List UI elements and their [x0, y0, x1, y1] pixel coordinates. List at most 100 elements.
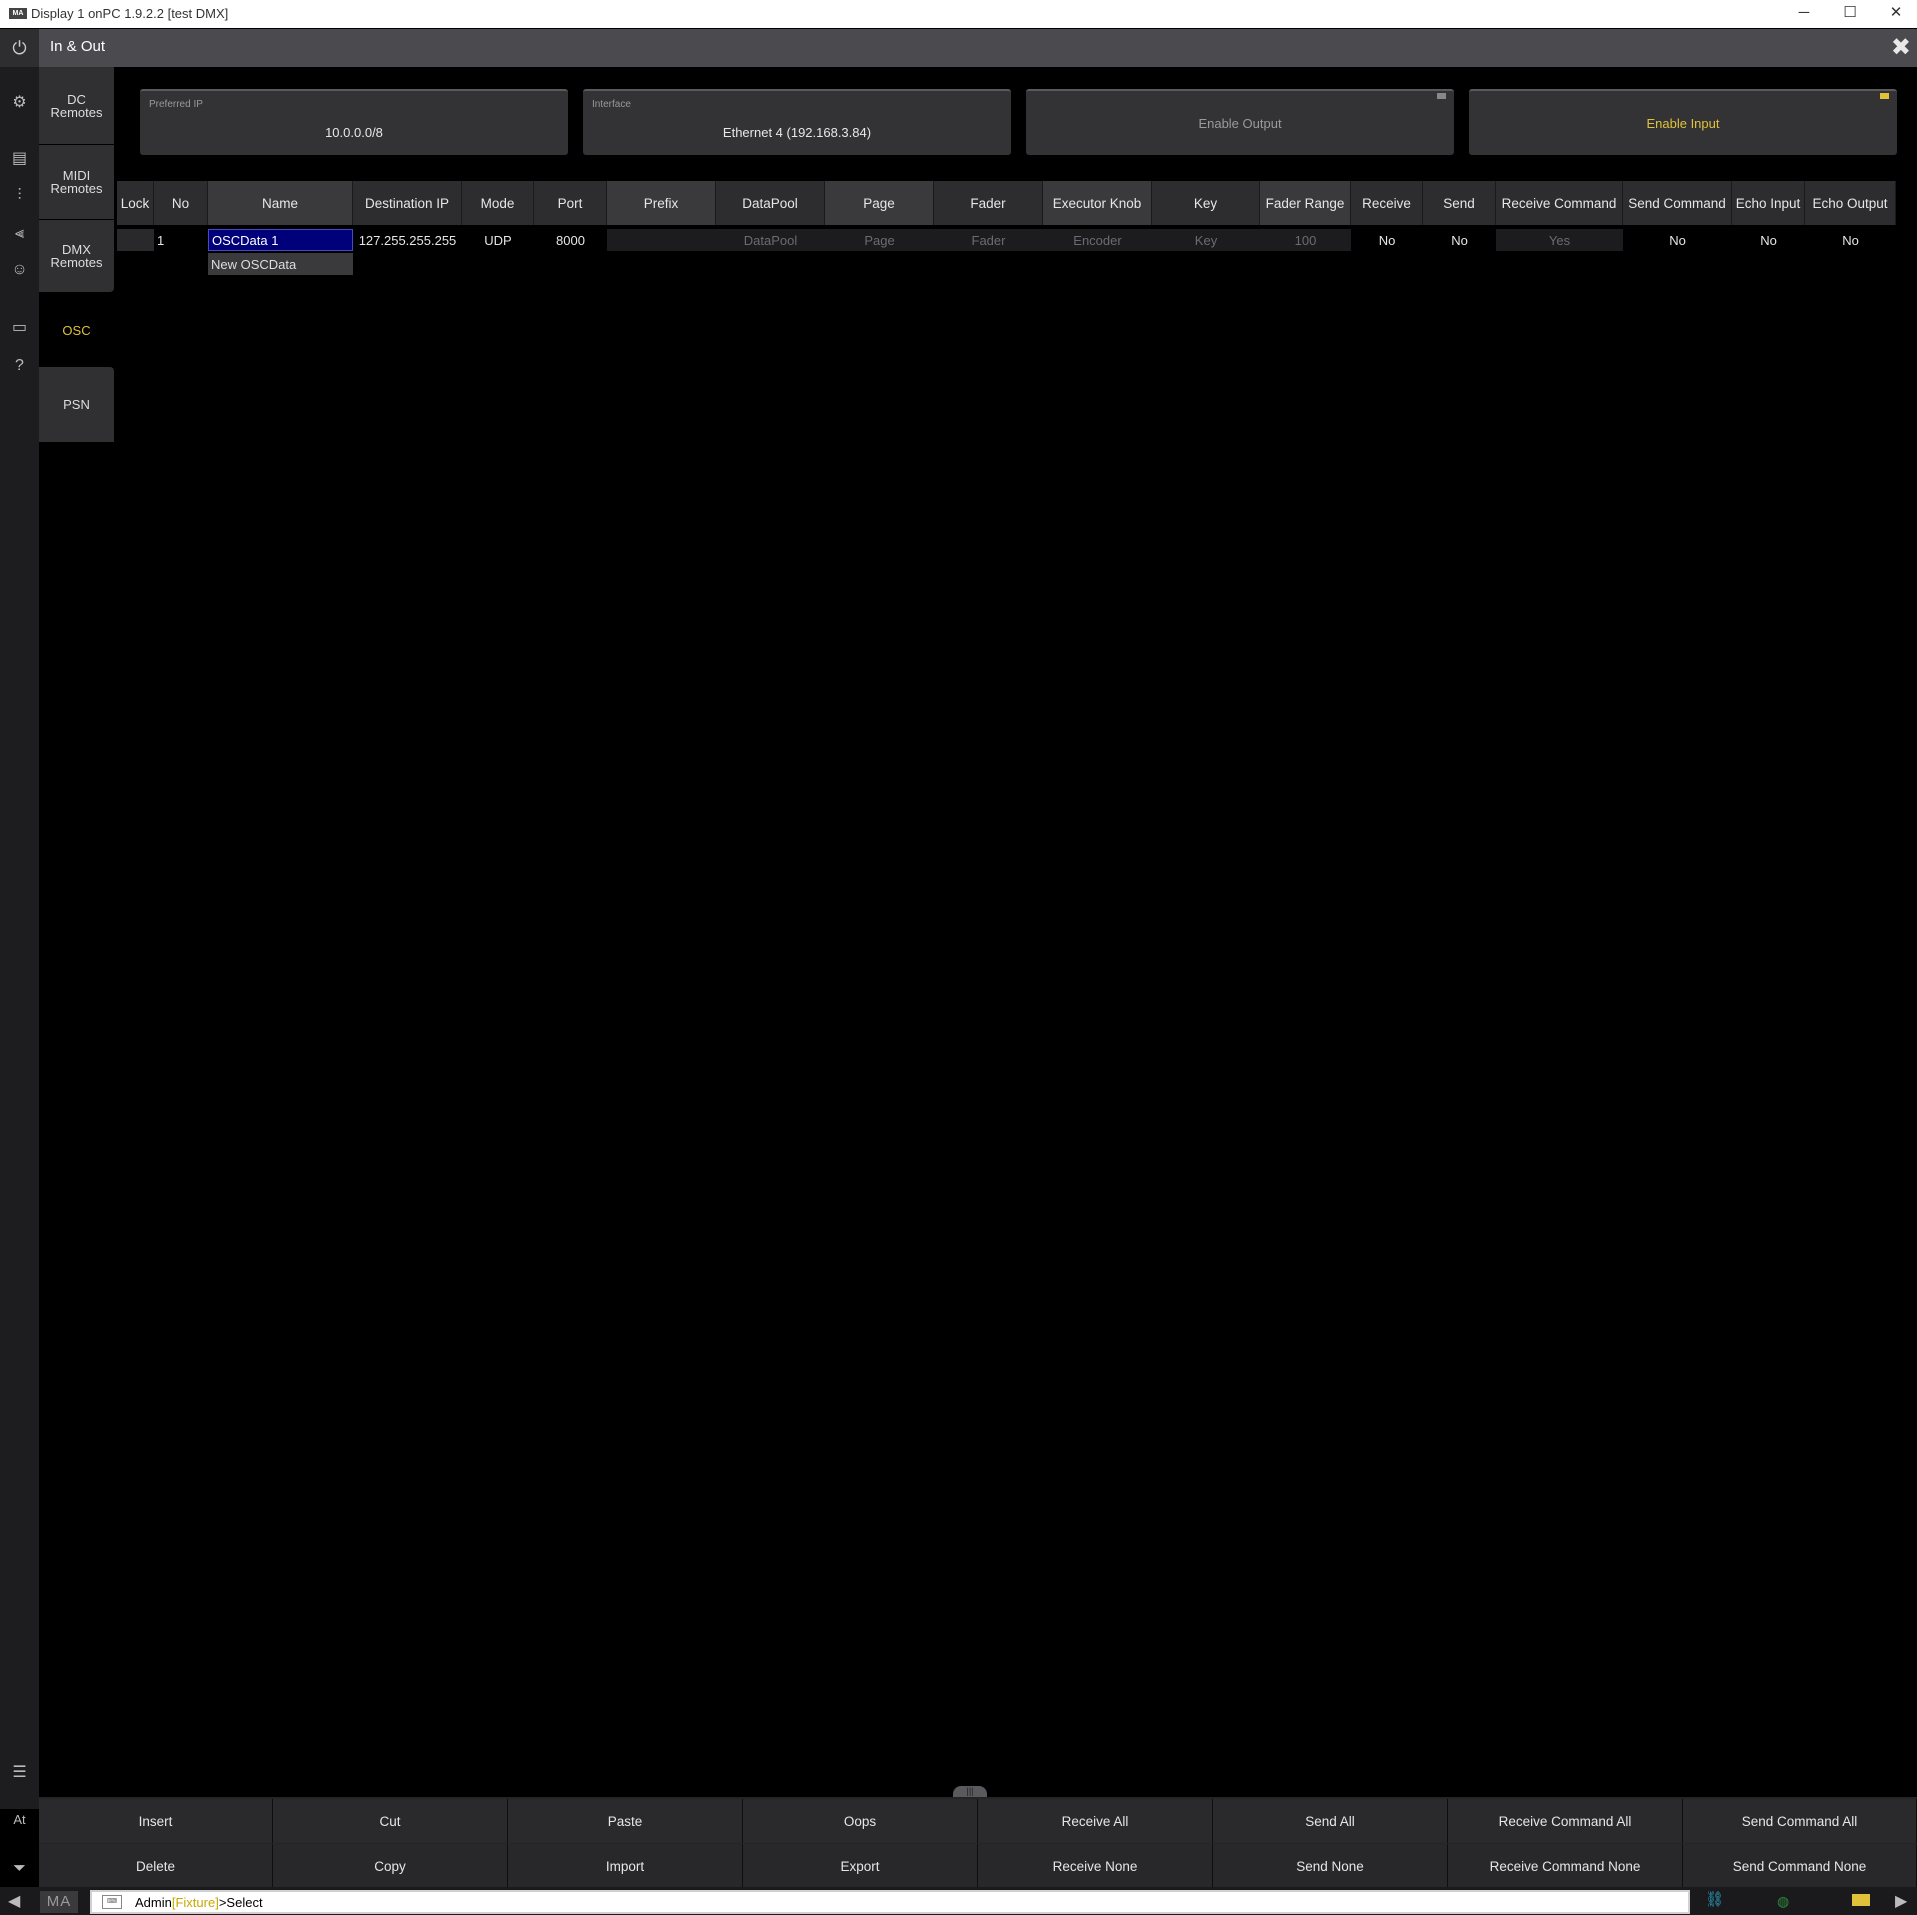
faders-icon[interactable]: ⫶: [0, 178, 39, 214]
output-indicator: [1437, 93, 1446, 99]
oops-button[interactable]: Oops: [743, 1799, 978, 1843]
mixer-icon[interactable]: ⫷: [0, 216, 39, 252]
col-header-page[interactable]: Page: [825, 181, 934, 225]
left-arrow-icon[interactable]: ◀: [8, 1891, 20, 1911]
globe-icon[interactable]: ◍: [1777, 1893, 1789, 1910]
col-header-executor-knob[interactable]: Executor Knob: [1043, 181, 1152, 225]
cell-key[interactable]: Key: [1152, 229, 1260, 251]
settings-icon[interactable]: ⚙: [0, 85, 39, 121]
maximize-button[interactable]: ☐: [1827, 0, 1873, 28]
close-window-button[interactable]: ✖: [1891, 33, 1911, 62]
cell-echo-output[interactable]: No: [1805, 229, 1896, 251]
interface-button[interactable]: Interface Ethernet 4 (192.168.3.84): [583, 89, 1011, 155]
power-icon[interactable]: ⏻: [0, 29, 39, 67]
receive-command-all-button[interactable]: Receive Command All: [1448, 1799, 1683, 1843]
ma-logo: MA: [40, 1891, 78, 1913]
col-header-name[interactable]: Name: [208, 181, 353, 225]
cell-destination-ip[interactable]: 127.255.255.255: [353, 229, 462, 251]
user-icon[interactable]: ☺: [0, 252, 39, 288]
tab-psn[interactable]: PSN: [39, 367, 114, 442]
command-line-text: Admin[Fixture]>Select: [135, 1895, 263, 1910]
col-header-destination-ip[interactable]: Destination IP: [353, 181, 462, 225]
send-command-none-button[interactable]: Send Command None: [1683, 1844, 1917, 1888]
filter-icon[interactable]: ⏷: [0, 1851, 39, 1887]
command-line-bar: ◀ MA ⌨ Admin[Fixture]>Select ⛓ ◍ ▶: [0, 1887, 1917, 1915]
window-close-button[interactable]: ✕: [1873, 0, 1917, 28]
cell-datapool[interactable]: DataPool: [716, 229, 825, 251]
send-none-button[interactable]: Send None: [1213, 1844, 1448, 1888]
cell-name[interactable]: OSCData 1: [208, 229, 353, 251]
keyboard-status-icon[interactable]: [1852, 1894, 1870, 1906]
receive-command-none-button[interactable]: Receive Command None: [1448, 1844, 1683, 1888]
receive-none-button[interactable]: Receive None: [978, 1844, 1213, 1888]
cell-send-command[interactable]: No: [1623, 229, 1732, 251]
col-header-send[interactable]: Send: [1423, 181, 1496, 225]
input-indicator: [1880, 93, 1889, 99]
cell-mode[interactable]: UDP: [462, 229, 534, 251]
tab-dc-remotes[interactable]: DC Remotes: [39, 67, 114, 144]
col-header-fader[interactable]: Fader: [934, 181, 1043, 225]
col-header-receive-command[interactable]: Receive Command: [1496, 181, 1623, 225]
command-prompt: >Select: [218, 1895, 263, 1910]
cell-lock[interactable]: [117, 229, 154, 251]
col-header-port[interactable]: Port: [534, 181, 607, 225]
tab-midi-remotes[interactable]: MIDI Remotes: [39, 145, 114, 219]
cell-echo-input[interactable]: No: [1732, 229, 1805, 251]
col-header-lock[interactable]: Lock: [117, 181, 154, 225]
cell-fader-range[interactable]: 100: [1260, 229, 1351, 251]
send-command-all-button[interactable]: Send Command All: [1683, 1799, 1917, 1843]
resize-handle[interactable]: |||: [953, 1786, 987, 1797]
preferred-ip-button[interactable]: Preferred IP 10.0.0.0/8: [140, 89, 568, 155]
list-icon[interactable]: ☰: [0, 1755, 39, 1791]
delete-button[interactable]: Delete: [39, 1844, 273, 1888]
receive-all-button[interactable]: Receive All: [978, 1799, 1213, 1843]
command-line-input[interactable]: ⌨ Admin[Fixture]>Select: [90, 1890, 1690, 1914]
col-header-datapool[interactable]: DataPool: [716, 181, 825, 225]
col-header-key[interactable]: Key: [1152, 181, 1260, 225]
cell-prefix[interactable]: [607, 229, 716, 251]
cell-receive[interactable]: No: [1351, 229, 1423, 251]
cell-fader[interactable]: Fader: [934, 229, 1043, 251]
help-icon[interactable]: ?: [0, 348, 39, 384]
window-header-title: In & Out: [50, 38, 106, 55]
display-icon[interactable]: ▭: [0, 310, 39, 346]
insert-button[interactable]: Insert: [39, 1799, 273, 1843]
tab-osc[interactable]: OSC: [39, 294, 114, 367]
enable-output-button[interactable]: Enable Output: [1026, 89, 1454, 155]
send-all-button[interactable]: Send All: [1213, 1799, 1448, 1843]
col-header-fader-range[interactable]: Fader Range: [1260, 181, 1351, 225]
copy-button[interactable]: Copy: [273, 1844, 508, 1888]
minimize-button[interactable]: ─: [1781, 0, 1827, 28]
left-icon-rail: ⚙ ▤ ⫶ ⫷ ☺ ▭ ? ☰ At ⏷: [0, 67, 39, 1877]
new-oscdata-row[interactable]: New OSCData: [208, 253, 353, 275]
col-header-mode[interactable]: Mode: [462, 181, 534, 225]
export-button[interactable]: Export: [743, 1844, 978, 1888]
keyboard-icon[interactable]: ⌨: [102, 1895, 122, 1909]
enable-input-button[interactable]: Enable Input: [1469, 89, 1897, 155]
import-button[interactable]: Import: [508, 1844, 743, 1888]
tab-dmx-remotes[interactable]: DMX Remotes: [39, 220, 114, 292]
col-header-echo-input[interactable]: Echo Input: [1732, 181, 1805, 225]
preferred-ip-label: Preferred IP: [149, 99, 203, 110]
cell-executor-knob[interactable]: Encoder: [1043, 229, 1152, 251]
cell-receive-command[interactable]: Yes: [1496, 229, 1623, 251]
enable-input-label: Enable Input: [1646, 115, 1720, 131]
col-header-prefix[interactable]: Prefix: [607, 181, 716, 225]
col-header-echo-output[interactable]: Echo Output: [1805, 181, 1896, 225]
cell-port[interactable]: 8000: [534, 229, 607, 251]
col-header-receive[interactable]: Receive: [1351, 181, 1423, 225]
function-bar: Insert Cut Paste Oops Receive All Send A…: [39, 1797, 1917, 1888]
paste-button[interactable]: Paste: [508, 1799, 743, 1843]
at-button[interactable]: At: [0, 1802, 39, 1838]
command-context: [Fixture]: [171, 1895, 219, 1910]
col-header-send-command[interactable]: Send Command: [1623, 181, 1732, 225]
right-arrow-icon[interactable]: ▶: [1895, 1891, 1907, 1911]
col-header-no[interactable]: No: [154, 181, 208, 225]
cell-page[interactable]: Page: [825, 229, 934, 251]
cut-button[interactable]: Cut: [273, 1799, 508, 1843]
cell-send[interactable]: No: [1423, 229, 1496, 251]
book-icon[interactable]: ▤: [0, 141, 39, 177]
cell-no[interactable]: 1: [154, 229, 208, 251]
network-icon[interactable]: ⛓: [1705, 1892, 1724, 1908]
preferred-ip-value: 10.0.0.0/8: [325, 125, 383, 140]
